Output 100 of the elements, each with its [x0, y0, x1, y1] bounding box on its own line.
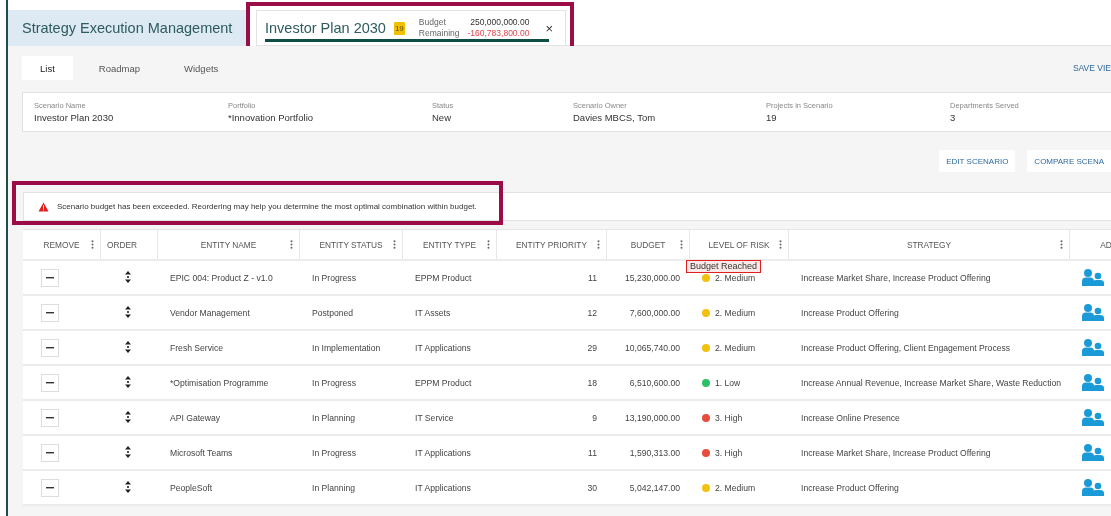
priority-cell-text: 11	[587, 272, 598, 283]
field-value: Investor Plan 2030	[34, 112, 115, 124]
priority-cell-text: 29	[586, 342, 598, 353]
entity-type: IT Service	[414, 412, 455, 423]
field-value: Davies MBCS, Tom	[573, 112, 657, 124]
kebab-menu-icon[interactable]	[779, 240, 782, 249]
alert-message: Scenario budget has been exceeded. Reordering may help you determine the most optimal combination within budget.	[57, 202, 477, 211]
entity-name: Microsoft Teams	[169, 447, 234, 458]
save-view-link[interactable]: SAVE VIE	[1072, 63, 1111, 73]
people-icon[interactable]	[1082, 372, 1104, 391]
column-header[interactable]: ORDER	[101, 230, 158, 259]
remaining-value: -160,783,800.00	[467, 28, 530, 39]
reorder-handle-icon[interactable]	[125, 410, 131, 423]
kebab-menu-icon[interactable]	[393, 240, 396, 249]
people-icon[interactable]	[1082, 337, 1104, 356]
view-tab[interactable]: Roadmap	[80, 56, 158, 80]
scenario-tab[interactable]: Investor Plan 2030 19 Budget Remaining 250,000,000.00 -160,783,800.00 ×	[256, 10, 566, 46]
entity-type: IT Applications	[414, 447, 472, 458]
reorder-handle-icon[interactable]	[125, 305, 131, 318]
budget-cell-text: 10,065,740.00	[624, 342, 681, 353]
close-button[interactable]: ×	[541, 20, 557, 36]
kebab-menu-icon[interactable]	[1060, 240, 1063, 249]
field-value: *Innovation Portfolio	[228, 112, 315, 124]
strategy-cell-text: Increase Market Share, Increase Product Offering	[800, 272, 992, 283]
risk-level: 2. Medium	[715, 482, 756, 493]
action-button[interactable]: COMPARE SCENA	[1027, 150, 1111, 172]
column-header[interactable]: REMOVE	[23, 230, 101, 259]
risk-level: 1. Low	[715, 377, 741, 388]
minus-icon	[46, 451, 54, 454]
risk-level: 2. Medium	[715, 342, 756, 353]
column-header[interactable]: ENTITY PRIORITY	[497, 230, 607, 259]
field-value: New	[432, 112, 452, 124]
budget-value: 250,000,000.00	[470, 17, 530, 28]
budget-label: Budget	[418, 17, 447, 28]
kebab-menu-icon[interactable]	[680, 240, 683, 249]
count-badge: 19	[393, 21, 405, 35]
people-icon[interactable]	[1082, 477, 1104, 496]
priority-cell-text: 12	[586, 307, 598, 318]
column-header[interactable]: ENTITY TYPE	[403, 230, 497, 259]
strategy-cell-text: Increase Annual Revenue, Increase Market Share, Waste Reduction	[800, 377, 1063, 388]
action-button[interactable]: EDIT SCENARIO	[939, 150, 1016, 172]
reorder-handle-icon[interactable]	[125, 445, 131, 458]
minus-icon	[46, 276, 54, 279]
view-tab[interactable]: List	[22, 56, 73, 80]
entity-type: EPPM Product	[414, 272, 473, 283]
people-icon[interactable]	[1082, 407, 1104, 426]
budget-cell-text: 15,230,000.00	[624, 272, 681, 283]
entity-status: In Progress	[311, 447, 357, 458]
column-header[interactable]: LEVEL OF RISK	[690, 230, 789, 259]
minus-icon	[46, 311, 54, 314]
warning-icon	[38, 201, 49, 212]
people-icon[interactable]	[1082, 442, 1104, 461]
remove-button[interactable]	[41, 268, 59, 287]
minus-icon	[46, 416, 54, 419]
column-header[interactable]: AD	[1070, 230, 1111, 259]
reorder-handle-icon[interactable]	[125, 270, 131, 283]
entity-status: In Implementation	[311, 342, 382, 353]
kebab-menu-icon[interactable]	[91, 240, 94, 249]
column-header[interactable]: ENTITY NAME	[158, 230, 300, 259]
strategy-cell-text: Increase Online Presence	[800, 412, 901, 423]
people-icon[interactable]	[1082, 267, 1104, 286]
remove-button[interactable]	[41, 408, 59, 427]
risk-level: 3. High	[715, 412, 743, 423]
entity-name: Fresh Service	[169, 342, 224, 353]
field-value: 19	[766, 112, 778, 124]
reorder-handle-icon[interactable]	[125, 375, 131, 388]
kebab-menu-icon[interactable]	[597, 240, 600, 249]
entity-status: In Planning	[311, 482, 356, 493]
entity-status: In Progress	[311, 377, 357, 388]
remove-button[interactable]	[41, 443, 59, 462]
reorder-handle-icon[interactable]	[125, 340, 131, 353]
entity-type: IT Applications	[414, 482, 472, 493]
priority-cell-text: 11	[587, 447, 598, 458]
column-header[interactable]: BUDGET	[607, 230, 690, 259]
priority-cell-text: 18	[586, 377, 598, 388]
budget-cell-text: 5,042,147.00	[628, 482, 681, 493]
remove-button[interactable]	[41, 478, 59, 497]
budget-cell-text: 7,600,000.00	[628, 307, 681, 318]
column-header[interactable]: STRATEGY	[789, 230, 1070, 259]
reorder-handle-icon[interactable]	[125, 480, 131, 493]
entity-status: In Progress	[311, 272, 357, 283]
entity-type: EPPM Product	[414, 377, 473, 388]
column-header[interactable]: ENTITY STATUS	[300, 230, 403, 259]
priority-cell-text: 9	[591, 412, 598, 423]
entity-type: IT Applications	[414, 342, 472, 353]
kebab-menu-icon[interactable]	[290, 240, 293, 249]
remove-button[interactable]	[41, 338, 59, 357]
budget-cell-text: 13,190,000.00	[624, 412, 681, 423]
remove-button[interactable]	[41, 303, 59, 322]
entity-type: IT Assets	[414, 307, 452, 318]
entity-name: *Optimisation Programme	[169, 377, 270, 388]
kebab-menu-icon[interactable]	[487, 240, 490, 249]
entity-name: PeopleSoft	[169, 482, 214, 493]
entity-name: EPIC 004: Product Z - v1.0	[169, 272, 274, 283]
remaining-label: Remaining	[418, 28, 460, 39]
entity-name: Vendor Management	[169, 307, 251, 318]
view-tab[interactable]: Widgets	[166, 56, 237, 80]
remove-button[interactable]	[41, 373, 59, 392]
people-icon[interactable]	[1082, 302, 1104, 321]
risk-level: 2. Medium	[715, 307, 756, 318]
